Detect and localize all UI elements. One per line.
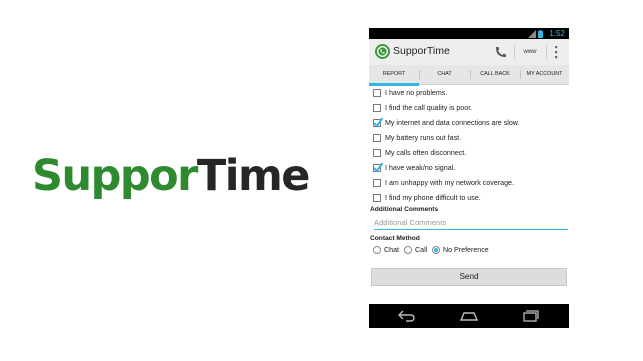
phone-circle-icon xyxy=(377,46,388,57)
tab-label: CALL BACK xyxy=(480,71,510,77)
home-icon xyxy=(459,312,479,321)
screenshot-stage: SupporTime 1:52 SupporTime www REPORT CH… xyxy=(0,0,643,361)
recent-apps-icon xyxy=(523,310,539,322)
problem-option[interactable]: I find the call quality is poor. xyxy=(369,101,569,116)
contact-method-label: Contact Method xyxy=(370,235,420,242)
problem-option[interactable]: My battery runs out fast. xyxy=(369,131,569,146)
radio-button[interactable] xyxy=(373,246,381,254)
problem-option[interactable]: I am unhappy with my network coverage. xyxy=(369,176,569,191)
checkbox-checked[interactable] xyxy=(373,117,383,128)
navigation-bar xyxy=(369,304,569,328)
problem-option-label: My battery runs out fast. xyxy=(385,134,462,142)
send-button[interactable]: Send xyxy=(371,268,567,286)
radio-button[interactable] xyxy=(404,246,412,254)
action-separator xyxy=(546,45,547,59)
checkbox[interactable] xyxy=(373,194,381,202)
contact-option-label: Call xyxy=(415,246,428,254)
back-icon xyxy=(398,310,415,322)
problem-option[interactable]: I find my phone difficult to use. xyxy=(369,191,569,206)
app-icon[interactable] xyxy=(375,44,390,59)
tab-label: REPORT xyxy=(382,71,406,77)
home-button[interactable] xyxy=(459,309,479,323)
logo-wordmark: SupporTime xyxy=(32,146,311,206)
signal-icon xyxy=(528,29,536,38)
additional-comments-field[interactable] xyxy=(374,216,568,230)
battery-icon xyxy=(538,29,543,38)
logo-wordmark-dark: Time xyxy=(196,151,311,201)
problem-option[interactable]: I have no problems. xyxy=(369,86,569,101)
overflow-menu-icon xyxy=(555,46,558,59)
checkbox[interactable] xyxy=(373,134,381,142)
back-button[interactable] xyxy=(397,309,417,323)
checkmark-icon xyxy=(373,117,383,128)
app-title: SupporTime xyxy=(393,45,450,57)
checkbox[interactable] xyxy=(373,179,381,187)
problem-option-label: I find my phone difficult to use. xyxy=(385,194,481,202)
checkbox[interactable] xyxy=(373,149,381,157)
tab-report[interactable]: REPORT xyxy=(369,65,419,86)
call-action-button[interactable] xyxy=(493,44,509,60)
status-icons xyxy=(528,29,543,38)
tab-my-account[interactable]: MY ACCOUNT xyxy=(520,65,569,85)
action-bar: SupporTime www xyxy=(369,39,569,65)
problem-option-label: My calls often disconnect. xyxy=(385,149,467,157)
tab-label: CHAT xyxy=(437,71,452,77)
problem-option-label: I have no problems. xyxy=(385,89,448,97)
checkbox[interactable] xyxy=(373,104,381,112)
phone-icon xyxy=(496,47,506,57)
logo-wordmark-green: Suppor xyxy=(32,151,198,201)
status-time: 1:52 xyxy=(549,29,565,38)
phone-screen: 1:52 SupporTime www REPORT CHAT CALL BAC… xyxy=(369,28,569,328)
problem-option[interactable]: My internet and data connections are slo… xyxy=(369,116,569,131)
checkbox-checked[interactable] xyxy=(373,162,383,173)
tab-label: MY ACCOUNT xyxy=(526,71,563,77)
status-bar: 1:52 xyxy=(369,28,569,39)
checkmark-icon xyxy=(373,162,383,173)
tab-call-back[interactable]: CALL BACK xyxy=(470,65,520,85)
checkbox[interactable] xyxy=(373,89,381,97)
radio-button-selected[interactable] xyxy=(432,246,440,254)
problem-option[interactable]: I have weak/no signal. xyxy=(369,161,569,176)
additional-comments-label: Additional Comments xyxy=(370,206,439,213)
problem-option-label: My internet and data connections are slo… xyxy=(385,119,520,127)
tab-chat[interactable]: CHAT xyxy=(419,65,470,85)
tab-bar: REPORT CHAT CALL BACK MY ACCOUNT xyxy=(369,65,569,86)
supportime-logo: SupporTime xyxy=(26,140,326,216)
contact-option-label: Chat xyxy=(384,246,399,254)
recent-apps-button[interactable] xyxy=(521,309,541,323)
problem-option-label: I have weak/no signal. xyxy=(385,164,456,172)
problem-option-label: I am unhappy with my network coverage. xyxy=(385,179,514,187)
action-separator xyxy=(514,45,515,59)
problem-option[interactable]: My calls often disconnect. xyxy=(369,146,569,161)
overflow-menu-button[interactable] xyxy=(551,44,561,60)
website-action-button[interactable]: www xyxy=(518,45,542,59)
problem-option-label: I find the call quality is poor. xyxy=(385,104,473,112)
contact-option-label: No Preference xyxy=(443,246,489,254)
contact-method-group: Chat Call No Preference xyxy=(369,243,569,257)
